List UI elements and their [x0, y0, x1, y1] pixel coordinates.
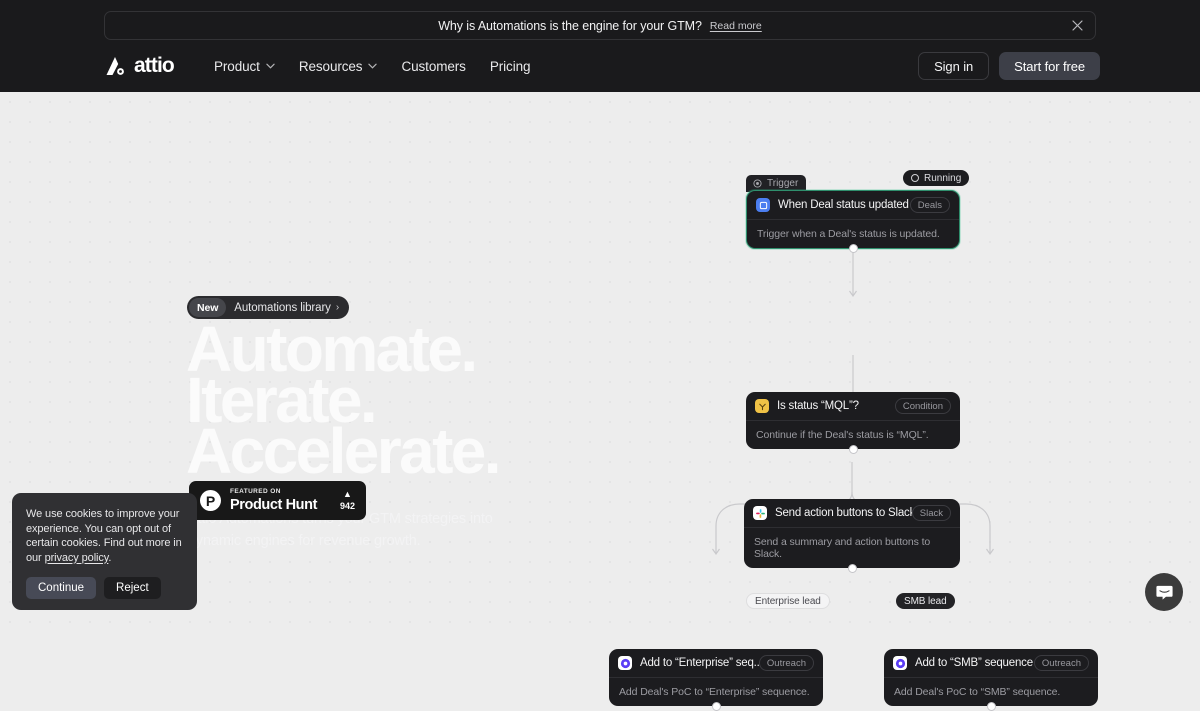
- status-badge-label: Running: [924, 173, 961, 184]
- node-output-handle[interactable]: [712, 702, 721, 711]
- sign-in-button[interactable]: Sign in: [918, 52, 989, 80]
- cookie-reject-button[interactable]: Reject: [104, 577, 161, 599]
- branch-label-smb: SMB lead: [896, 593, 955, 609]
- flow-node-condition[interactable]: Is status “MQL”? Condition Continue if t…: [746, 392, 960, 449]
- flow-node-description: Send a summary and action buttons to Sla…: [744, 528, 960, 568]
- nav-links: Product Resources Customers Pricing: [214, 59, 530, 74]
- announcement-banner: Why is Automations is the engine for you…: [104, 11, 1096, 40]
- trigger-tab-text: Trigger: [767, 178, 798, 189]
- flow-node-header: Add to “SMB” sequence Outreach: [884, 649, 1098, 678]
- start-for-free-button[interactable]: Start for free: [999, 52, 1100, 80]
- attio-logo[interactable]: attio: [102, 54, 174, 78]
- flow-node-tag: Slack: [912, 505, 951, 521]
- cookie-message-period: .: [108, 552, 111, 564]
- flow-node-header: Add to “Enterprise” seq... Outreach: [609, 649, 823, 678]
- nav-item-pricing[interactable]: Pricing: [490, 59, 531, 74]
- target-icon: [753, 179, 762, 188]
- product-hunt-vote-count: 942: [340, 502, 355, 511]
- upvote-icon: ▲: [340, 490, 355, 499]
- product-hunt-text: FEATURED ON Product Hunt: [230, 489, 317, 512]
- nav-item-resources-label: Resources: [299, 59, 363, 74]
- flow-node-trigger[interactable]: When Deal status updated Deals Trigger w…: [746, 190, 960, 249]
- product-hunt-votes: ▲ 942: [340, 490, 355, 511]
- node-output-handle[interactable]: [987, 702, 996, 711]
- spinner-icon: [911, 174, 919, 182]
- node-output-handle[interactable]: [848, 564, 857, 573]
- top-bar: Why is Automations is the engine for you…: [0, 0, 1200, 92]
- branch-label-enterprise: Enterprise lead: [746, 593, 830, 609]
- flow-node-header: When Deal status updated Deals: [747, 191, 959, 220]
- announcement-text: Why is Automations is the engine for you…: [438, 19, 702, 33]
- node-output-handle[interactable]: [849, 244, 858, 253]
- chevron-down-icon: [368, 63, 377, 69]
- nav-item-product[interactable]: Product: [214, 59, 275, 74]
- outreach-icon: [893, 656, 907, 670]
- nav-item-customers[interactable]: Customers: [401, 59, 465, 74]
- cookie-consent-banner: We use cookies to improve your experienc…: [12, 493, 197, 610]
- flow-node-enterprise[interactable]: Add to “Enterprise” seq... Outreach Add …: [609, 649, 823, 706]
- flow-node-tag: Deals: [910, 197, 950, 213]
- flow-node-tag: Outreach: [1034, 655, 1089, 671]
- chevron-down-icon: [266, 63, 275, 69]
- cookie-actions: Continue Reject: [26, 577, 183, 599]
- node-output-handle[interactable]: [849, 445, 858, 454]
- flow-node-header: Send action buttons to Slack Slack: [744, 499, 960, 528]
- intercom-launcher-button[interactable]: [1145, 573, 1183, 611]
- main-navigation: attio Product Resources Customers Pricin…: [0, 48, 1200, 84]
- slack-icon: [753, 506, 767, 520]
- product-hunt-badge[interactable]: P FEATURED ON Product Hunt ▲ 942: [189, 481, 366, 520]
- flow-node-smb[interactable]: Add to “SMB” sequence Outreach Add Deal'…: [884, 649, 1098, 706]
- nav-item-resources[interactable]: Resources: [299, 59, 378, 74]
- announcement-read-more-link[interactable]: Read more: [710, 20, 762, 32]
- branch-icon: [755, 399, 769, 413]
- flow-node-tag: Outreach: [759, 655, 814, 671]
- privacy-policy-link[interactable]: privacy policy: [45, 552, 109, 564]
- flow-node-header: Is status “MQL”? Condition: [746, 392, 960, 421]
- deals-icon: [756, 198, 770, 212]
- status-badge: Running: [903, 170, 969, 186]
- flow-node-title: Add to “Enterprise” seq...: [640, 657, 759, 669]
- messenger-icon: [1155, 583, 1174, 602]
- brand-name: attio: [134, 54, 174, 78]
- flow-node-slack[interactable]: Send action buttons to Slack Slack Send …: [744, 499, 960, 568]
- cookie-continue-button[interactable]: Continue: [26, 577, 96, 599]
- nav-item-product-label: Product: [214, 59, 260, 74]
- product-hunt-kicker: FEATURED ON: [230, 489, 317, 496]
- close-icon[interactable]: [1070, 19, 1084, 33]
- nav-actions: Sign in Start for free: [918, 52, 1100, 80]
- outreach-icon: [618, 656, 632, 670]
- product-hunt-name: Product Hunt: [230, 498, 317, 513]
- flow-node-title: Is status “MQL”?: [777, 400, 859, 412]
- attio-logo-mark: [102, 55, 128, 77]
- flow-node-title: When Deal status updated: [778, 199, 909, 211]
- cookie-message: We use cookies to improve your experienc…: [26, 507, 183, 565]
- flow-node-title: Add to “SMB” sequence: [915, 657, 1033, 669]
- product-hunt-icon: P: [200, 490, 221, 511]
- flow-node-tag: Condition: [895, 398, 951, 414]
- nav-item-pricing-label: Pricing: [490, 59, 531, 74]
- nav-item-customers-label: Customers: [401, 59, 465, 74]
- flow-node-title: Send action buttons to Slack: [775, 507, 912, 519]
